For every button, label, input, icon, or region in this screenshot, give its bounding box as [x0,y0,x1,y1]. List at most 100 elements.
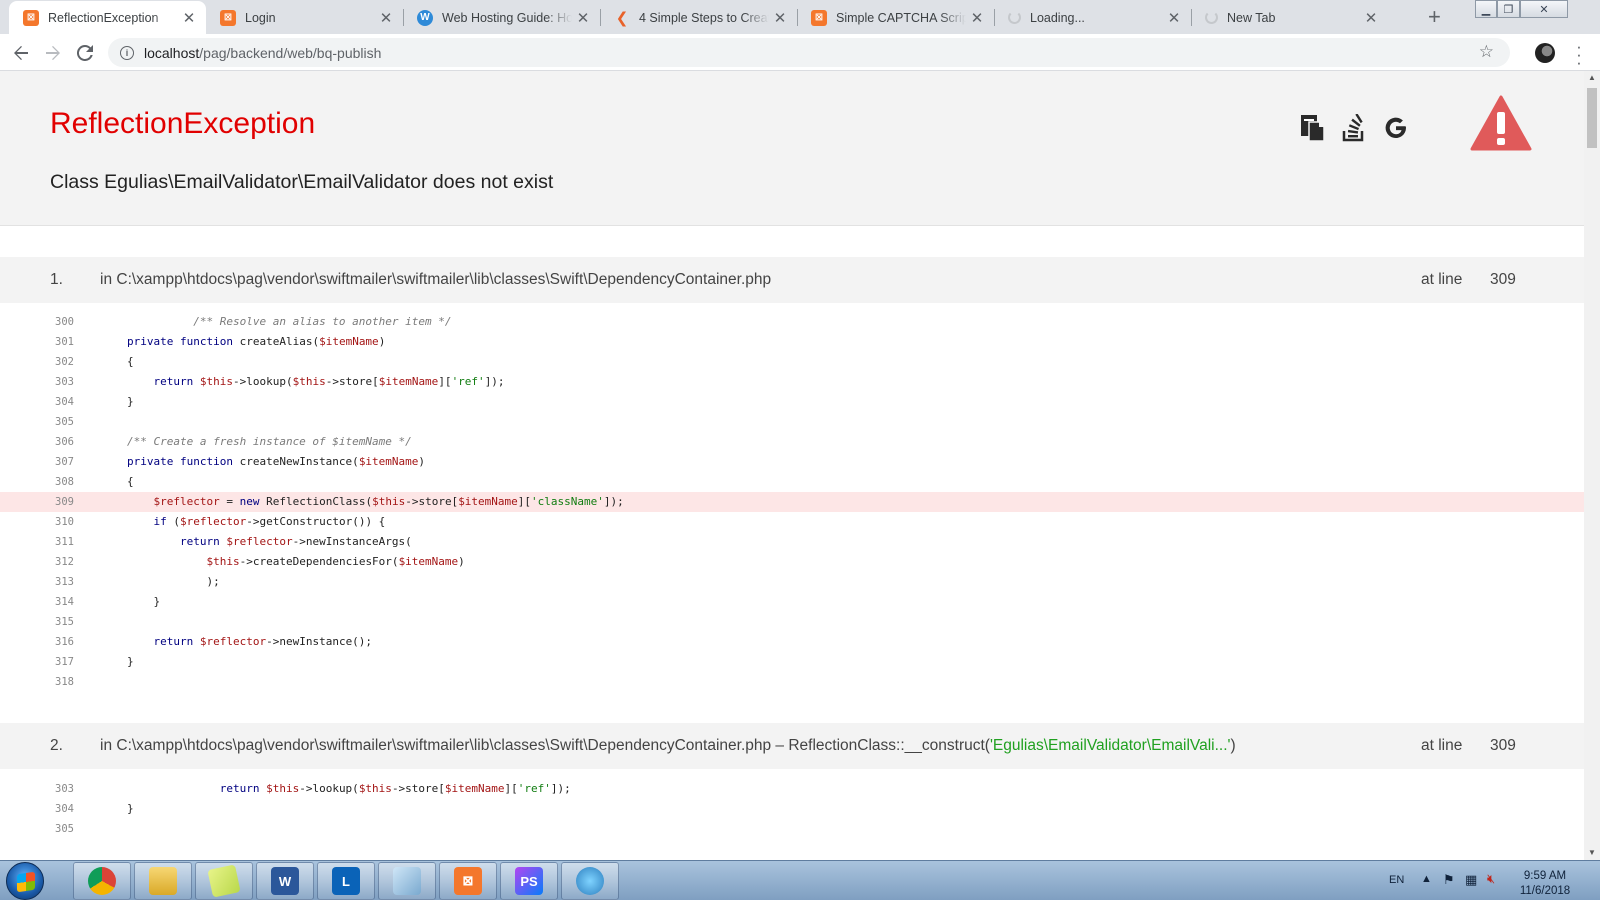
network-icon [576,867,604,895]
browser-tab[interactable]: ⊠ Login ✕ [206,1,403,34]
scroll-down-arrow-icon[interactable]: ▼ [1584,846,1600,860]
frame-number: 1. [50,271,63,288]
taskbar-app-button[interactable] [195,862,253,900]
taskbar-app-button[interactable] [561,862,619,900]
frame-at-line-label: at line [1421,737,1463,754]
profile-avatar[interactable] [1535,43,1555,63]
bookmark-star-icon[interactable]: ☆ [1479,42,1494,62]
start-button[interactable] [6,862,44,900]
show-hidden-icons-icon[interactable]: ▲ [1421,873,1432,885]
lync-icon: L [332,867,360,895]
windows-logo-icon [17,871,35,893]
copy-stacktrace-icon[interactable] [1298,113,1328,143]
taskbar-app-button[interactable]: PS [500,862,558,900]
line-number: 304 [55,803,74,815]
site-info-icon[interactable]: i [120,45,134,60]
code-line: 304} [0,799,1584,819]
code-line: 302 { [0,352,1584,372]
line-number: 309 [55,496,74,508]
tab-close-icon[interactable]: ✕ [572,9,594,27]
line-number: 315 [55,616,74,628]
tab-close-icon[interactable]: ✕ [178,9,200,27]
stack-frame-header[interactable]: 2. in C:\xampp\htdocs\pag\vendor\swiftma… [0,723,1584,769]
forward-button[interactable] [40,40,66,66]
browser-tab[interactable]: Loading... ✕ [994,1,1191,34]
scroll-up-arrow-icon[interactable]: ▲ [1584,71,1600,85]
code-line: 316 return $reflector->newInstance(); [0,632,1584,652]
line-number: 300 [55,316,74,328]
taskbar-app-button[interactable] [378,862,436,900]
file-explorer-icon [149,867,177,895]
frame-line-number: 309 [1490,737,1516,754]
line-number: 308 [55,476,74,488]
code-text: return $reflector->newInstance(); [153,635,373,648]
line-number: 301 [55,336,74,348]
address-bar[interactable]: i localhost/pag/backend/web/bq-publish ☆ [108,38,1510,67]
input-language[interactable]: EN [1389,874,1404,886]
taskbar-app-button[interactable]: ⊠ [439,862,497,900]
taskbar-app-button[interactable] [73,862,131,900]
action-center-flag-icon[interactable]: ⚑ [1443,872,1455,888]
url-text: localhost/pag/backend/web/bq-publish [144,44,382,61]
stackoverflow-search-icon[interactable] [1339,113,1369,143]
tab-title: Loading... [1030,10,1085,25]
minimize-button[interactable]: ▁ [1475,0,1497,18]
system-clock[interactable]: 9:59 AM 11/6/2018 [1510,869,1580,899]
exception-name: ReflectionException [50,107,316,140]
line-number: 306 [55,436,74,448]
tab-close-icon[interactable]: ✕ [1163,9,1185,27]
exception-header: ReflectionException Class Egulias\EmailV… [0,71,1584,226]
phpstorm-icon: PS [515,867,543,895]
code-line: 301 private function createAlias($itemNam… [0,332,1584,352]
code-text: return $reflector->newInstanceArgs( [179,535,412,548]
sticky-notes-icon [207,864,241,898]
taskbar-app-button[interactable] [134,862,192,900]
reload-button[interactable] [72,40,98,66]
restore-button[interactable]: ❐ [1497,0,1520,18]
new-tab-button[interactable]: + [1428,4,1441,30]
code-text: ); [206,575,220,588]
scrollbar-thumb[interactable] [1587,88,1597,148]
back-button[interactable] [8,40,34,66]
stack-frame-header[interactable]: 1. in C:\xampp\htdocs\pag\vendor\swiftma… [0,257,1584,303]
code-text: return $this->lookup($this->store[$itemN… [219,782,571,795]
tab-separator [994,9,995,26]
tab-close-icon[interactable]: ✕ [375,9,397,27]
tab-close-icon[interactable]: ✕ [769,9,791,27]
browser-tab[interactable]: New Tab ✕ [1191,1,1388,34]
code-text: { [127,355,134,368]
line-number: 317 [55,656,74,668]
code-text: /** Create a fresh instance of $itemName… [127,435,412,448]
code-text: private function createNewInstance($item… [127,455,426,468]
code-text: $this->createDependenciesFor($itemName) [206,555,465,568]
taskbar-app-button[interactable]: L [317,862,375,900]
vertical-scrollbar[interactable]: ▲ ▼ [1584,71,1600,860]
word-icon: W [271,867,299,895]
taskbar-app-button[interactable]: W [256,862,314,900]
tab-title: 4 Simple Steps to Create [639,10,769,25]
chrome-menu-icon[interactable]: · · · [1574,38,1584,71]
code-line: 308 { [0,472,1584,492]
browser-tab[interactable]: W Web Hosting Guide: How ✕ [403,1,600,34]
code-line: 310 if ($reflector->getConstructor()) { [0,512,1584,532]
code-text: /** Resolve an alias to another item */ [193,315,452,328]
line-number: 307 [55,456,74,468]
browser-tab[interactable]: ❮ 4 Simple Steps to Create ✕ [600,1,797,34]
windows-taskbar: W L ⊠ PS EN ▲ ⚑ ▦ 🔇︎ 9:59 AM 11/6/2018 [0,860,1600,900]
tab-close-icon[interactable]: ✕ [966,9,988,27]
tab-title: Login [245,10,276,25]
code-text: } [127,802,134,815]
window-close-button[interactable]: ✕ [1520,0,1568,18]
network-tray-icon[interactable]: ▦ [1465,872,1477,888]
browser-tab[interactable]: ⊠ ReflectionException ✕ [9,1,206,34]
code-snippet: 303 return $this->lookup($this->store[$i… [0,779,1584,839]
xampp-icon: ⊠ [811,9,827,26]
frame-at-line-label: at line [1421,271,1463,288]
volume-muted-icon[interactable]: 🔇︎ [1487,871,1495,887]
browser-tab[interactable]: ⊠ Simple CAPTCHA Script in✕ [797,1,994,34]
line-number: 304 [55,396,74,408]
line-number: 312 [55,556,74,568]
tab-close-icon[interactable]: ✕ [1360,9,1382,27]
google-search-icon[interactable] [1381,113,1411,143]
clock-time: 9:59 AM [1523,870,1567,882]
